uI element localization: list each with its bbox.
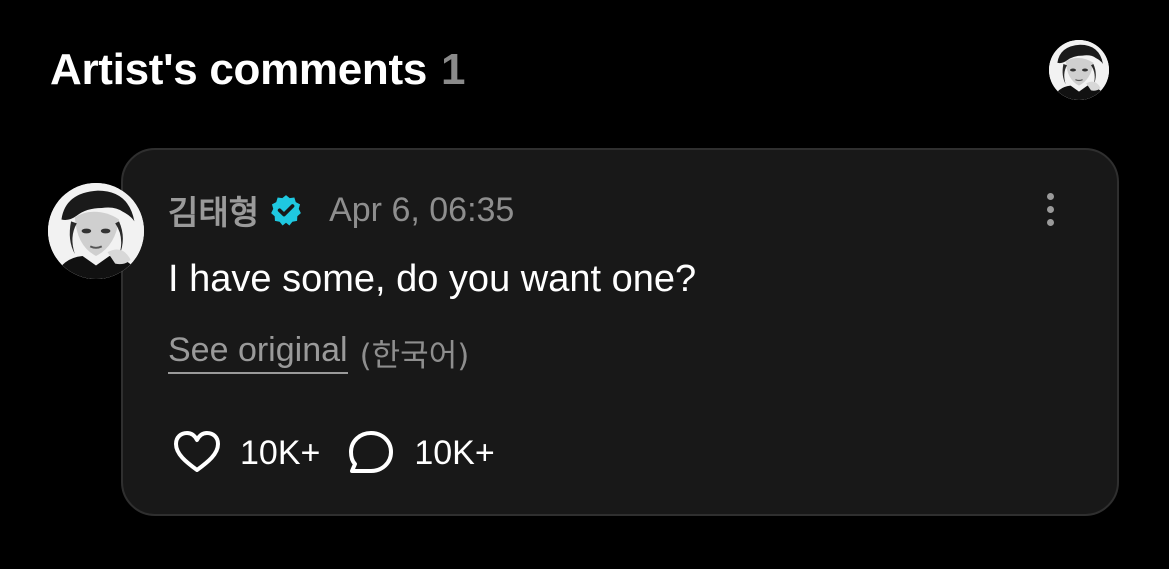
original-language-label: (한국어): [359, 337, 470, 374]
like-count: 10K+: [240, 433, 321, 472]
comment-meta: 김태형 Apr 6, 06:35: [168, 186, 514, 234]
comment-body: I have some, do you want one?: [168, 258, 697, 300]
header: Artist's comments 1: [50, 40, 466, 100]
like-button[interactable]: 10K+: [172, 428, 320, 478]
avatar-image: [48, 183, 144, 279]
comment-count: 1: [441, 45, 466, 94]
see-original-link[interactable]: See original: [168, 331, 348, 374]
verified-check-icon: [271, 195, 301, 226]
avatar-image: [1049, 40, 1109, 100]
reply-count: 10K+: [414, 433, 495, 472]
reply-button[interactable]: 10K+: [346, 428, 495, 478]
comment-actions: 10K+ 10K+: [172, 428, 495, 478]
comment-timestamp: Apr 6, 06:35: [329, 190, 515, 229]
user-avatar-icon[interactable]: [1049, 40, 1109, 100]
more-vertical-icon-dot: [1046, 205, 1054, 213]
author-name[interactable]: 김태형: [168, 186, 259, 234]
page-title: Artist's comments: [50, 45, 428, 94]
author-avatar[interactable]: [48, 183, 144, 279]
more-options-button[interactable]: [1030, 186, 1070, 232]
translation-row: See original (한국어): [168, 328, 469, 376]
comment-bubble-icon: [349, 431, 394, 473]
heart-icon: [174, 431, 220, 472]
more-vertical-icon-dot: [1046, 218, 1054, 226]
more-vertical-icon: [1046, 192, 1054, 200]
